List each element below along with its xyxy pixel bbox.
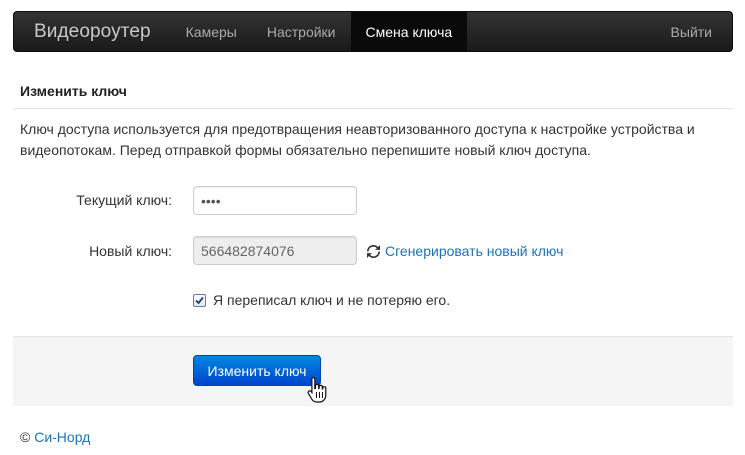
copyright-symbol: © xyxy=(20,429,31,445)
hand-pointer-icon xyxy=(306,375,330,410)
company-link[interactable]: Си-Норд xyxy=(34,429,90,445)
nav-item-settings[interactable]: Настройки xyxy=(252,12,351,51)
nav-item-change-key[interactable]: Смена ключа xyxy=(350,12,468,51)
nav-item-cameras[interactable]: Камеры xyxy=(171,12,252,51)
confirm-label: Я переписал ключ и не потеряю его. xyxy=(213,292,451,308)
form-actions xyxy=(13,336,733,406)
current-key-label: Текущий ключ: xyxy=(76,192,172,208)
top-navbar: Видеороутер Камеры Настройки Смена ключа… xyxy=(13,11,733,52)
footer: © Си-Норд xyxy=(20,429,90,445)
check-icon xyxy=(195,296,204,304)
generate-key-label: Сгенерировать новый ключ xyxy=(385,243,564,259)
panel-description: Ключ доступа используется для предотвращ… xyxy=(20,121,695,158)
new-key-input[interactable] xyxy=(193,236,357,265)
confirm-row[interactable]: Я переписал ключ и не потеряю его. xyxy=(193,292,450,308)
brand-title[interactable]: Видеороутер xyxy=(14,12,171,51)
change-key-button[interactable]: Изменить ключ xyxy=(193,355,321,386)
generate-key-link[interactable]: Сгенерировать новый ключ xyxy=(367,243,563,259)
current-key-input[interactable] xyxy=(193,186,357,215)
confirm-checkbox[interactable] xyxy=(193,293,206,307)
refresh-icon xyxy=(367,244,380,258)
new-key-label: Новый ключ: xyxy=(89,243,172,259)
panel-title: Изменить ключ xyxy=(20,83,127,99)
logout-link[interactable]: Выйти xyxy=(656,12,732,51)
panel-divider xyxy=(13,108,733,109)
